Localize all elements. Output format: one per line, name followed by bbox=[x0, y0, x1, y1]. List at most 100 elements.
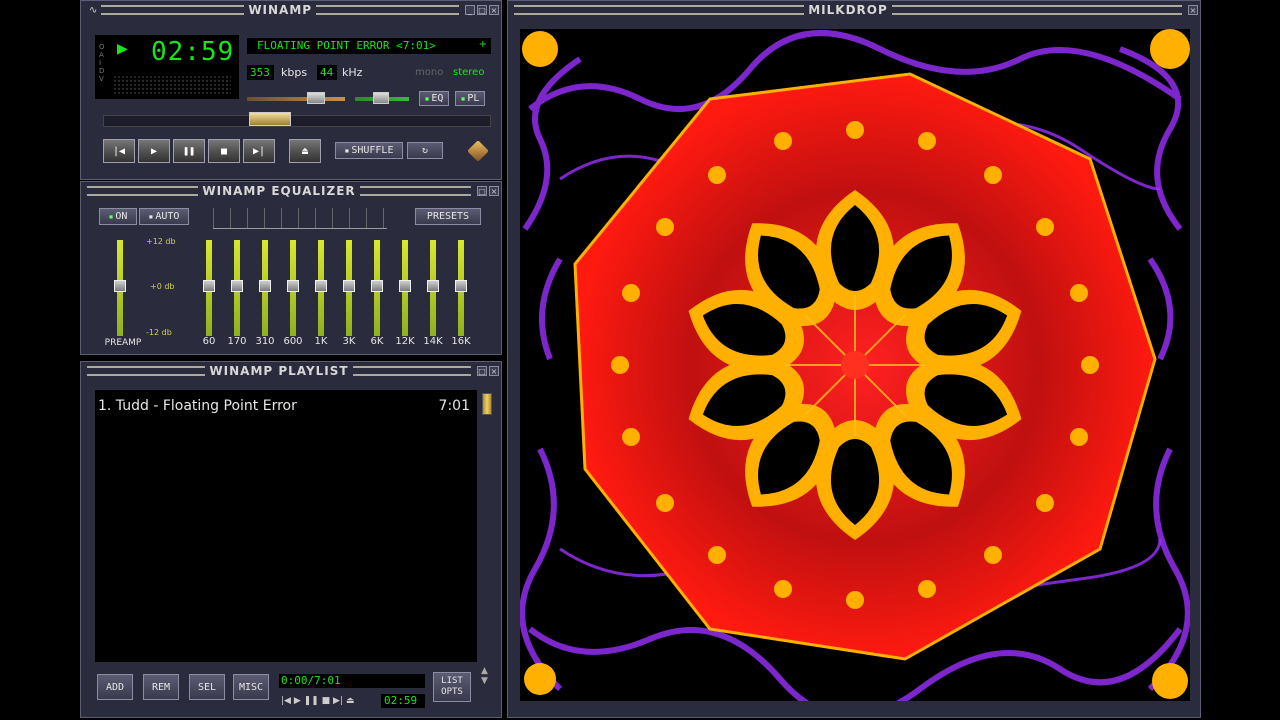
milkdrop-titlebar[interactable]: MILKDROP × bbox=[510, 3, 1198, 17]
repeat-icon: ↻ bbox=[421, 145, 429, 156]
track-duration: 7:01 bbox=[438, 398, 470, 414]
db-bot-label: -12 db bbox=[146, 328, 172, 337]
song-ticker[interactable]: FLOATING POINT ERROR <7:01> + bbox=[247, 38, 491, 54]
ticker-text: FLOATING POINT ERROR <7:01> bbox=[257, 39, 436, 52]
scroll-thumb[interactable] bbox=[482, 393, 492, 415]
playlist-position-display: 0:00/7:01 bbox=[279, 674, 425, 688]
mini-play-icon[interactable]: ▶ bbox=[294, 696, 301, 706]
band-label: 60 bbox=[202, 336, 216, 347]
playlist-titlebar[interactable]: WINAMP PLAYLIST □ × bbox=[83, 364, 499, 378]
band-1k-knob[interactable] bbox=[315, 280, 327, 292]
volume-thumb[interactable] bbox=[307, 92, 325, 104]
eq-on-button[interactable]: ▪ ON bbox=[99, 208, 137, 225]
time-display-panel: OAIDV ▶ 02:59 bbox=[95, 35, 239, 99]
next-icon: ▶| bbox=[252, 145, 266, 157]
khz-box: 44 bbox=[317, 65, 337, 80]
mini-next-icon[interactable]: ▶| bbox=[333, 696, 343, 706]
band-14k-knob[interactable] bbox=[427, 280, 439, 292]
rem-button[interactable]: REM bbox=[143, 674, 179, 700]
sel-button[interactable]: SEL bbox=[189, 674, 225, 700]
band-label: 12K bbox=[395, 336, 415, 347]
eq-shade-button[interactable]: □ bbox=[477, 186, 488, 196]
mini-transport: |◀ ▶ ❚❚ ■ ▶| ⏏ bbox=[281, 696, 371, 708]
volume-slider[interactable] bbox=[247, 97, 345, 101]
add-button[interactable]: ADD bbox=[97, 674, 133, 700]
stop-button[interactable]: ■ bbox=[208, 139, 240, 163]
stereo-indicator: stereo bbox=[453, 67, 485, 78]
milkdrop-title: MILKDROP bbox=[808, 3, 888, 17]
kaleidoscope-visual bbox=[520, 29, 1190, 701]
close-button[interactable]: × bbox=[489, 5, 500, 15]
mono-indicator: mono bbox=[415, 67, 444, 78]
kbps-box: 353 bbox=[247, 65, 274, 80]
previous-button[interactable]: |◀ bbox=[103, 139, 135, 163]
eq-curve-graph bbox=[213, 208, 387, 229]
repeat-button[interactable]: ↻ bbox=[407, 142, 443, 159]
next-button[interactable]: ▶| bbox=[243, 139, 275, 163]
main-titlebar[interactable]: ∿ WINAMP _ □ × bbox=[83, 3, 500, 17]
band-12k-knob[interactable] bbox=[399, 280, 411, 292]
misc-button[interactable]: MISC bbox=[233, 674, 269, 700]
mini-stop-icon[interactable]: ■ bbox=[322, 696, 331, 706]
balance-thumb[interactable] bbox=[373, 92, 389, 104]
pause-icon: ❚❚ bbox=[182, 145, 196, 157]
track-title: 1. Tudd - Floating Point Error bbox=[98, 398, 297, 414]
winamp-logo-icon[interactable] bbox=[467, 140, 489, 162]
eject-button[interactable]: ⏏ bbox=[289, 139, 321, 163]
pl-shade-button[interactable]: □ bbox=[477, 366, 487, 376]
play-icon: ▶ bbox=[150, 145, 158, 157]
eq-toggle-button[interactable]: ▪ EQ bbox=[419, 91, 449, 106]
pause-button[interactable]: ❚❚ bbox=[173, 139, 205, 163]
scroll-down-icon[interactable]: ▼ bbox=[481, 676, 488, 686]
equalizer-titlebar[interactable]: WINAMP EQUALIZER □ × bbox=[83, 184, 500, 198]
mini-time-text: 02:59 bbox=[384, 694, 418, 707]
seek-thumb[interactable] bbox=[249, 112, 291, 126]
main-title: WINAMP bbox=[248, 3, 313, 17]
playlist-scrollbar[interactable] bbox=[481, 390, 493, 662]
playlist-title: WINAMP PLAYLIST bbox=[209, 364, 349, 378]
pl-close-button[interactable]: × bbox=[489, 366, 499, 376]
khz-value: 44 bbox=[320, 66, 334, 79]
band-600-knob[interactable] bbox=[287, 280, 299, 292]
band-label: 6K bbox=[370, 336, 384, 347]
play-indicator-icon: ▶ bbox=[117, 41, 128, 57]
winamp-menu-icon[interactable]: ∿ bbox=[89, 5, 97, 16]
kbps-value: 353 bbox=[250, 66, 270, 79]
band-label: 600 bbox=[283, 336, 303, 347]
previous-icon: |◀ bbox=[112, 145, 126, 157]
shade-button[interactable]: □ bbox=[477, 5, 488, 15]
time-display[interactable]: 02:59 bbox=[151, 37, 234, 67]
preamp-knob[interactable] bbox=[114, 280, 126, 292]
mini-prev-icon[interactable]: |◀ bbox=[281, 696, 291, 706]
mini-time-display[interactable]: 02:59 bbox=[381, 694, 425, 708]
band-3k-knob[interactable] bbox=[343, 280, 355, 292]
list-item[interactable]: 1. Tudd - Floating Point Error 7:01 bbox=[98, 398, 470, 416]
mini-eject-icon[interactable]: ⏏ bbox=[346, 696, 355, 706]
band-16k-knob[interactable] bbox=[455, 280, 467, 292]
mini-pause-icon[interactable]: ❚❚ bbox=[304, 696, 319, 706]
visualization-canvas[interactable] bbox=[520, 29, 1190, 701]
clutterbar[interactable]: OAIDV bbox=[99, 43, 107, 83]
band-label: 170 bbox=[227, 336, 247, 347]
seek-bar[interactable] bbox=[103, 115, 491, 127]
shuffle-button[interactable]: ▪ SHUFFLE bbox=[335, 142, 403, 159]
list-opts-button[interactable]: LIST OPTS bbox=[433, 672, 471, 702]
band-170-knob[interactable] bbox=[231, 280, 243, 292]
band-6k-knob[interactable] bbox=[371, 280, 383, 292]
band-60-knob[interactable] bbox=[203, 280, 215, 292]
eq-close-button[interactable]: × bbox=[489, 186, 500, 196]
milkdrop-close-button[interactable]: × bbox=[1188, 5, 1198, 15]
scroll-up-icon[interactable]: ▲ bbox=[481, 666, 488, 676]
spectrum-visualizer[interactable] bbox=[113, 75, 231, 95]
minimize-button[interactable]: _ bbox=[465, 5, 476, 15]
stop-icon: ■ bbox=[220, 145, 228, 157]
db-top-label: +12 db bbox=[146, 237, 176, 246]
equalizer-title: WINAMP EQUALIZER bbox=[202, 184, 356, 198]
position-text: 0:00/7:01 bbox=[281, 674, 341, 687]
playlist-list[interactable]: 1. Tudd - Floating Point Error 7:01 bbox=[95, 390, 477, 662]
presets-button[interactable]: PRESETS bbox=[415, 208, 481, 225]
band-310-knob[interactable] bbox=[259, 280, 271, 292]
pl-toggle-button[interactable]: ▪ PL bbox=[455, 91, 485, 106]
eq-auto-button[interactable]: ▪ AUTO bbox=[139, 208, 189, 225]
play-button[interactable]: ▶ bbox=[138, 139, 170, 163]
